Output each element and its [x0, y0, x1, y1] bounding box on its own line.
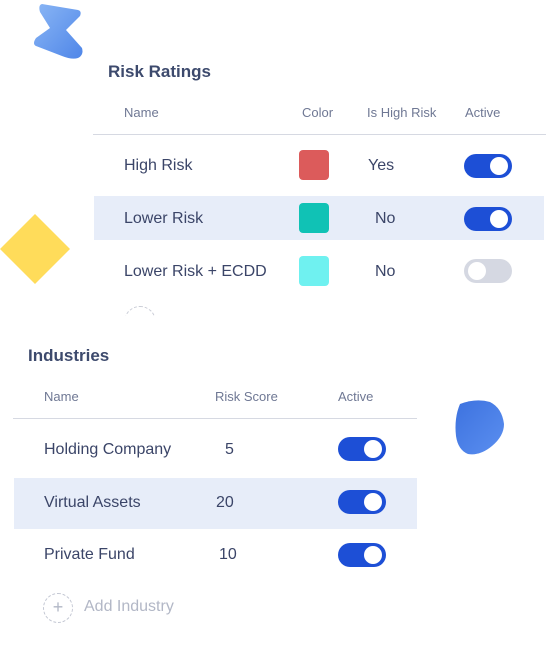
header-divider [13, 418, 417, 419]
hourglass-shape-icon [34, 4, 83, 59]
toggle-knob [490, 210, 508, 228]
column-header-risk-score: Risk Score [215, 389, 278, 404]
risk-rating-name: High Risk [124, 157, 193, 174]
risk-rating-name: Lower Risk + ECDD [124, 263, 267, 280]
column-header-color: Color [302, 105, 334, 120]
active-toggle[interactable] [464, 154, 512, 178]
active-toggle[interactable] [338, 437, 386, 461]
risk-score-value: 20 [216, 494, 234, 511]
header-divider [93, 134, 546, 135]
is-high-risk-value: No [375, 210, 396, 227]
risk-rating-name: Lower Risk [124, 210, 204, 227]
column-header-is-high-risk: Is High Risk [367, 105, 437, 120]
risk-ratings-title: Risk Ratings [108, 62, 211, 81]
color-swatch[interactable] [299, 256, 329, 286]
toggle-knob [364, 546, 382, 564]
is-high-risk-value: No [375, 263, 396, 280]
is-high-risk-value: Yes [368, 157, 395, 174]
risk-score-value: 5 [225, 441, 234, 458]
color-swatch[interactable] [299, 150, 329, 180]
blue-blob-shape-icon [455, 400, 504, 455]
toggle-knob [364, 440, 382, 458]
industry-name: Holding Company [44, 441, 172, 458]
risk-score-value: 10 [219, 546, 237, 563]
toggle-knob [468, 262, 486, 280]
active-toggle[interactable] [338, 543, 386, 567]
add-button-partial [124, 306, 156, 316]
toggle-knob [490, 157, 508, 175]
color-swatch[interactable] [299, 203, 329, 233]
add-industry-button[interactable]: Add Industry [84, 598, 174, 616]
column-header-name: Name [124, 105, 159, 120]
toggle-knob [364, 493, 382, 511]
industry-name: Private Fund [44, 546, 135, 563]
column-header-active: Active [465, 105, 501, 120]
plus-icon[interactable]: + [43, 593, 73, 623]
active-toggle[interactable] [464, 207, 512, 231]
active-toggle[interactable] [338, 490, 386, 514]
column-header-name: Name [44, 389, 79, 404]
industry-name: Virtual Assets [44, 494, 141, 511]
column-header-active: Active [338, 389, 374, 404]
yellow-diamond-shape-icon [0, 214, 70, 284]
active-toggle[interactable] [464, 259, 512, 283]
industries-title: Industries [28, 346, 110, 365]
